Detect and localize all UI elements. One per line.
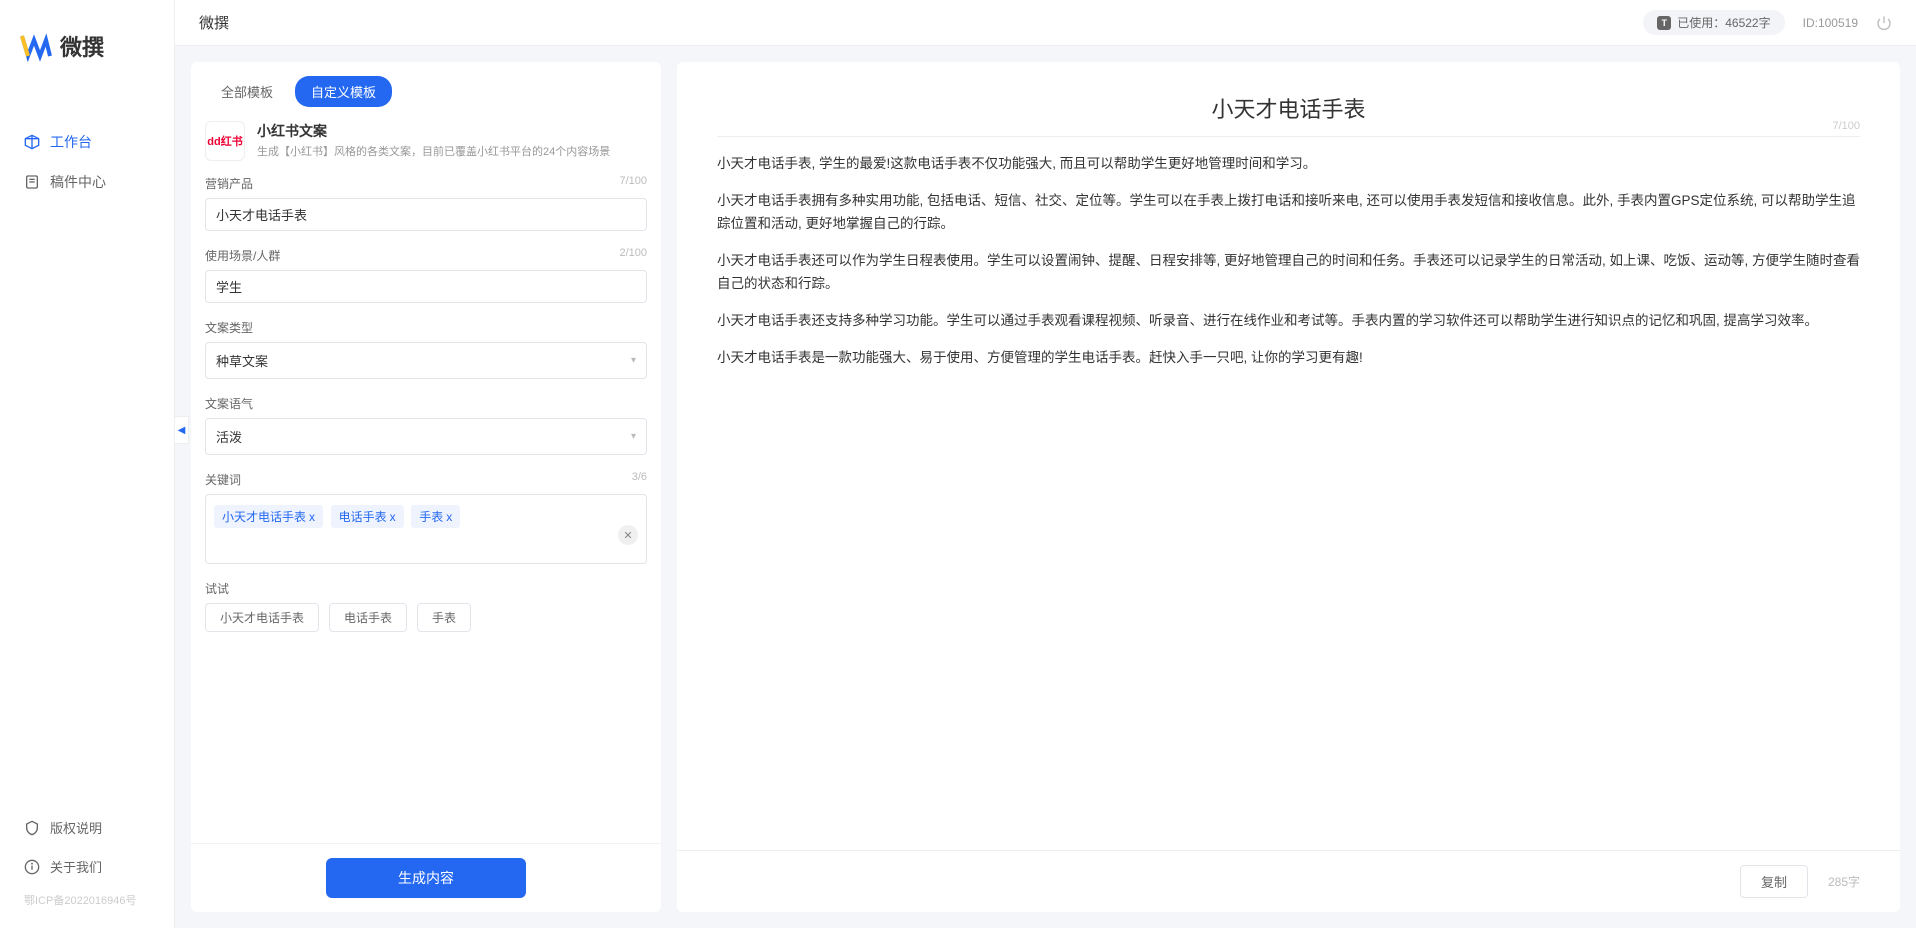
left-panel: 全部模板 自定义模板 dd红书 小红书文案 生成【小红书】风格的各类文案，目前已…: [191, 62, 661, 912]
usage-text: 已使用：46522字: [1677, 14, 1770, 31]
remove-icon[interactable]: x: [390, 510, 396, 524]
label: 关键词: [205, 471, 241, 488]
icp-footer: 鄂ICP备2022016946号: [0, 886, 174, 918]
output-paragraph: 小天才电话手表还支持多种学习功能。学生可以通过手表观看课程视频、听录音、进行在线…: [717, 310, 1860, 333]
user-id: ID:100519: [1803, 16, 1858, 30]
generate-button[interactable]: 生成内容: [326, 858, 526, 898]
template-desc: 生成【小红书】风格的各类文案，目前已覆盖小红书平台的24个内容场景: [257, 144, 610, 161]
output-paragraph: 小天才电话手表还可以作为学生日程表使用。学生可以设置闹钟、提醒、日程安排等, 更…: [717, 250, 1860, 296]
usage-badge: T 已使用：46522字: [1643, 10, 1784, 35]
tab-all[interactable]: 全部模板: [205, 76, 289, 107]
output-paragraph: 小天才电话手表, 学生的最爱!这款电话手表不仅功能强大, 而且可以帮助学生更好地…: [717, 153, 1860, 176]
suggest-item[interactable]: 电话手表: [329, 603, 407, 632]
keyword-tag[interactable]: 手表x: [411, 505, 460, 528]
topbar: 微撰 T 已使用：46522字 ID:100519: [175, 0, 1916, 46]
form: 营销产品 7/100 使用场景/人群 2/100 文案类型 种草文案 ▾ 文案语气 活…: [191, 175, 661, 843]
field-scene: 使用场景/人群 2/100: [205, 247, 647, 303]
main: 微撰 T 已使用：46522字 ID:100519 ◀ 全部模板 自定义模板 d…: [175, 0, 1916, 928]
content: ◀ 全部模板 自定义模板 dd红书 小红书文案 生成【小红书】风格的各类文案，目…: [175, 46, 1916, 928]
chevron-down-icon: ▾: [631, 431, 636, 442]
right-panel: 小天才电话手表 7/100 小天才电话手表, 学生的最爱!这款电话手表不仅功能强…: [677, 62, 1900, 912]
output-title-count: 7/100: [1832, 120, 1860, 132]
label: 使用场景/人群: [205, 247, 280, 264]
sidebar-item-drafts[interactable]: 稿件中心: [0, 162, 174, 202]
nav-label: 关于我们: [50, 857, 102, 876]
suggest-list: 小天才电话手表 电话手表 手表: [205, 603, 647, 632]
nav-label: 版权说明: [50, 818, 102, 837]
count: 3/6: [632, 471, 647, 488]
chevron-down-icon: ▾: [631, 355, 636, 366]
tab-custom[interactable]: 自定义模板: [295, 76, 392, 107]
field-type: 文案类型 种草文案 ▾: [205, 319, 647, 379]
field-product: 营销产品 7/100: [205, 175, 647, 231]
document-icon: [24, 174, 40, 190]
nav: 工作台 稿件中心: [0, 82, 174, 808]
char-count: 285字: [1828, 873, 1860, 890]
page-title: 微撰: [199, 12, 229, 33]
output-head: 小天才电话手表 7/100: [717, 92, 1860, 137]
output-title: 小天才电话手表: [717, 92, 1860, 124]
left-footer: 生成内容: [191, 843, 661, 912]
text-icon: T: [1657, 16, 1671, 30]
select-value: 种草文案: [216, 351, 268, 370]
label: 营销产品: [205, 175, 253, 192]
tone-select[interactable]: 活泼 ▾: [205, 418, 647, 455]
cube-icon: [24, 134, 40, 150]
logo-text: 微撰: [60, 30, 104, 62]
clear-button[interactable]: ✕: [618, 525, 638, 545]
output-paragraph: 小天才电话手表拥有多种实用功能, 包括电话、短信、社交、定位等。学生可以在手表上…: [717, 190, 1860, 236]
output-paragraph: 小天才电话手表是一款功能强大、易于使用、方便管理的学生电话手表。赶快入手一只吧,…: [717, 347, 1860, 370]
sidebar-item-about[interactable]: 关于我们: [0, 847, 174, 886]
field-suggest: 试试 小天才电话手表 电话手表 手表: [205, 580, 647, 632]
nav-label: 稿件中心: [50, 172, 106, 192]
sidebar-item-copyright[interactable]: 版权说明: [0, 808, 174, 847]
label: 文案类型: [205, 319, 253, 336]
logo: 微撰: [0, 0, 174, 82]
logo-icon: [20, 30, 52, 62]
remove-icon[interactable]: x: [309, 510, 315, 524]
label: 文案语气: [205, 395, 253, 412]
product-input[interactable]: [205, 198, 647, 231]
info-icon: [24, 859, 40, 875]
remove-icon[interactable]: x: [446, 510, 452, 524]
type-select[interactable]: 种草文案 ▾: [205, 342, 647, 379]
shield-icon: [24, 820, 40, 836]
nav-label: 工作台: [50, 132, 92, 152]
output-footer: 复制 285字: [677, 850, 1900, 912]
suggest-item[interactable]: 手表: [417, 603, 471, 632]
power-icon[interactable]: [1876, 15, 1892, 31]
field-keywords: 关键词 3/6 小天才电话手表x 电话手表x 手表x ✕: [205, 471, 647, 564]
suggest-item[interactable]: 小天才电话手表: [205, 603, 319, 632]
sidebar: 微撰 工作台 稿件中心 版权说明 关于我们 鄂ICP备2022016946号: [0, 0, 175, 928]
field-tone: 文案语气 活泼 ▾: [205, 395, 647, 455]
topbar-right: T 已使用：46522字 ID:100519: [1643, 10, 1892, 35]
keyword-tag[interactable]: 电话手表x: [331, 505, 404, 528]
template-title: 小红书文案: [257, 121, 610, 141]
select-value: 活泼: [216, 427, 242, 446]
template-badge: dd红书: [205, 121, 245, 161]
scene-input[interactable]: [205, 270, 647, 303]
tabs: 全部模板 自定义模板: [191, 62, 661, 121]
keyword-tag[interactable]: 小天才电话手表x: [214, 505, 323, 528]
collapse-handle[interactable]: ◀: [175, 416, 189, 444]
sidebar-item-workspace[interactable]: 工作台: [0, 122, 174, 162]
keywords-input[interactable]: 小天才电话手表x 电话手表x 手表x ✕: [205, 494, 647, 564]
template-info: 小红书文案 生成【小红书】风格的各类文案，目前已覆盖小红书平台的24个内容场景: [257, 121, 610, 161]
sidebar-bottom: 版权说明 关于我们 鄂ICP备2022016946号: [0, 808, 174, 928]
template-card: dd红书 小红书文案 生成【小红书】风格的各类文案，目前已覆盖小红书平台的24个…: [191, 121, 661, 175]
count: 2/100: [619, 247, 647, 264]
count: 7/100: [619, 175, 647, 192]
label: 试试: [205, 580, 229, 597]
copy-button[interactable]: 复制: [1740, 865, 1808, 898]
output: 小天才电话手表 7/100 小天才电话手表, 学生的最爱!这款电话手表不仅功能强…: [677, 62, 1900, 850]
